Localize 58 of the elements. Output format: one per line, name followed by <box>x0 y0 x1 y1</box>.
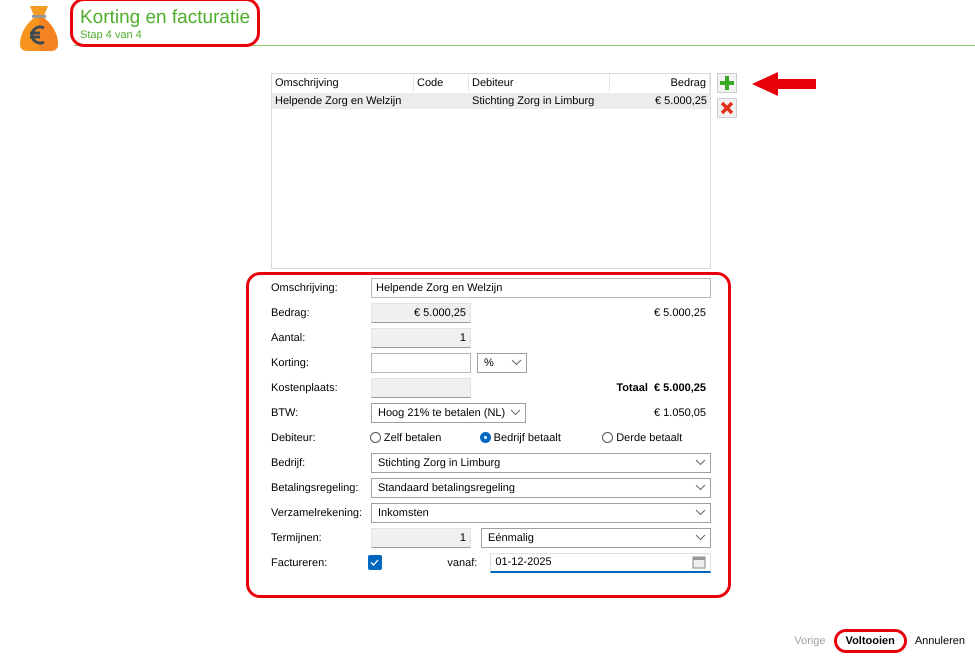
page-title: Korting en facturatie <box>80 7 250 29</box>
chevron-down-icon <box>695 509 706 516</box>
table-cell-text: Stichting Zorg in Limburg <box>471 94 596 109</box>
number-field[interactable]: 1 <box>371 328 471 348</box>
close-icon <box>720 101 734 115</box>
table-cell-text: € 5.000,25 <box>654 94 708 109</box>
chevron-down-icon <box>510 409 521 416</box>
money-bag-icon <box>20 4 58 52</box>
column-header[interactable]: Code <box>414 74 469 92</box>
chevron-down-icon <box>511 359 522 366</box>
field-label: Betalingsregeling: <box>271 482 360 494</box>
amount-text: € 5.000,25 <box>654 306 707 318</box>
field-label: vanaf: <box>446 556 478 568</box>
wizard-button[interactable]: Annuleren <box>904 631 975 651</box>
chevron-down-icon <box>695 459 706 466</box>
table-cell-text: Helpende Zorg en Welzijn <box>274 94 402 109</box>
number-field[interactable] <box>371 378 471 398</box>
table-row[interactable]: Helpende Zorg en Welzijn Stichting Zorg in Limburg € 5.000,25 <box>272 93 710 109</box>
chevron-down-icon <box>695 534 706 541</box>
dropdown-select[interactable]: Standaard betalingsregeling <box>371 478 711 498</box>
unit-select[interactable]: % <box>477 352 527 372</box>
plus-icon <box>720 76 734 90</box>
text-field[interactable]: Helpende Zorg en Welzijn <box>371 278 711 298</box>
checkbox[interactable] <box>368 555 382 570</box>
field-label: Bedrag: <box>271 306 311 318</box>
radio-option[interactable]: Zelf betalen <box>370 432 480 444</box>
field-label: Omschrijving: <box>271 282 339 294</box>
number-field[interactable]: € 5.000,25 <box>371 302 471 322</box>
frequency-select[interactable]: Eénmalig <box>481 528 711 548</box>
checkmark-icon <box>370 559 380 566</box>
chevron-down-icon <box>695 484 706 491</box>
date-field[interactable]: 01-12-2025 <box>490 552 711 572</box>
dropdown-select[interactable]: Inkomsten <box>371 502 711 522</box>
number-field[interactable]: 1 <box>371 528 471 548</box>
field-label: Kostenplaats: <box>271 382 339 394</box>
add-button[interactable] <box>717 73 737 93</box>
radio-option[interactable]: Bedrijf betaalt <box>480 432 602 444</box>
calendar-icon[interactable] <box>692 555 706 569</box>
total-text: Totaal € 5.000,25 <box>616 382 707 394</box>
column-header[interactable]: Debiteur <box>469 74 610 92</box>
dropdown-select[interactable]: Stichting Zorg in Limburg <box>371 452 711 472</box>
field-label: Korting: <box>271 356 310 368</box>
delete-button[interactable] <box>717 98 737 118</box>
field-label: Termijnen: <box>271 532 323 544</box>
field-label: Bedrijf: <box>271 456 306 468</box>
field-label: Verzamelrekening: <box>271 506 364 518</box>
column-header[interactable]: Omschrijving <box>272 74 414 92</box>
radio-option[interactable]: Derde betaalt <box>602 432 711 444</box>
field-label: Factureren: <box>271 556 328 568</box>
field-label: BTW: <box>271 406 300 418</box>
field-label: Debiteur: <box>271 432 317 444</box>
amount-text: € 1.050,05 <box>654 406 707 418</box>
wizard-button[interactable]: Voltooien <box>836 631 905 651</box>
vat-select[interactable]: Hoog 21% te betalen (NL) <box>371 402 526 422</box>
number-field[interactable] <box>371 352 471 372</box>
column-header[interactable]: Bedrag <box>610 74 710 92</box>
field-label: Aantal: <box>271 332 306 344</box>
step-indicator: Stap 4 van 4 <box>80 29 143 42</box>
